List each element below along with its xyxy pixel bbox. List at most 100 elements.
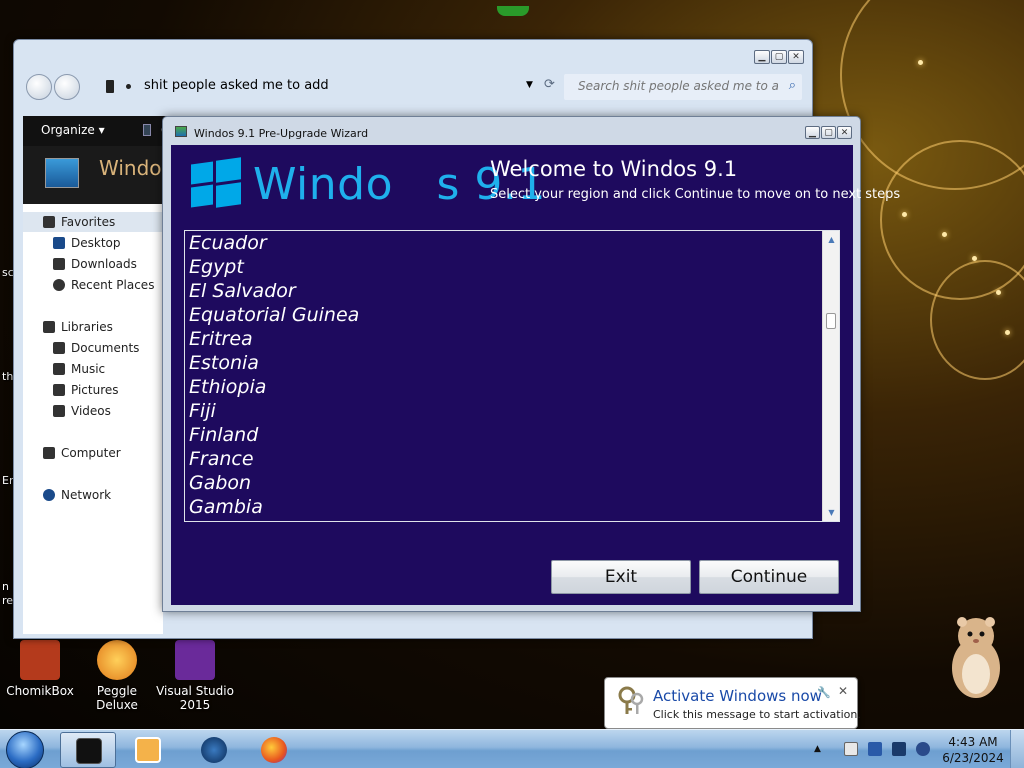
nav-desktop[interactable]: Desktop [53, 236, 121, 250]
continue-button[interactable]: Continue [699, 560, 839, 594]
address-bar[interactable]: shit people asked me to add [96, 75, 524, 99]
list-item[interactable]: Ethiopia [189, 375, 266, 399]
list-item[interactable]: Eritrea [189, 327, 253, 351]
wallpaper-swirl [930, 260, 1024, 380]
close-button[interactable]: ✕ [788, 50, 804, 64]
nav-recent-places[interactable]: Recent Places [53, 278, 154, 292]
downloads-icon [53, 258, 65, 270]
show-hidden-icons-icon[interactable]: ▲ [814, 744, 821, 754]
nav-favorites[interactable]: Favorites [23, 212, 163, 232]
action-center-flag-icon[interactable] [844, 742, 858, 756]
activation-notification[interactable]: Activate Windows now Click this message … [604, 677, 861, 729]
list-item[interactable]: France [189, 447, 254, 471]
scroll-thumb[interactable] [826, 313, 836, 329]
address-bar-row: shit people asked me to add ▼ ⟳ ⌕ [24, 72, 806, 102]
search-box[interactable]: ⌕ [564, 74, 802, 100]
windows-logo-icon [191, 157, 241, 209]
nav-videos[interactable]: Videos [53, 404, 111, 418]
nav-documents[interactable]: Documents [53, 341, 139, 355]
organize-button[interactable]: Organize ▾ [41, 123, 105, 137]
banner-text: Windo [99, 156, 162, 180]
maximize-button[interactable]: ▢ [771, 50, 787, 64]
search-icon[interactable]: ⌕ [789, 78, 796, 93]
tray-app-icon[interactable] [868, 742, 882, 756]
wizard-window[interactable]: Windos 9.1 Pre-Upgrade Wizard ▁ ▢ ✕ Wind… [162, 116, 900, 612]
maximize-button[interactable]: ▢ [821, 126, 836, 139]
scroll-down-arrow-icon[interactable]: ▼ [823, 504, 839, 521]
libraries-icon [43, 321, 55, 333]
desktop-icon [53, 237, 65, 249]
activation-title: Activate Windows now [653, 687, 822, 705]
wizard-app-icon [175, 126, 187, 137]
exit-button[interactable]: Exit [551, 560, 691, 594]
favorites-star-icon [43, 216, 55, 228]
search-input[interactable] [578, 74, 778, 98]
hamster-desktop-pet[interactable] [944, 610, 1008, 702]
nav-computer[interactable]: Computer [43, 446, 121, 460]
nav-pictures[interactable]: Pictures [53, 383, 119, 397]
firefox-icon [261, 737, 287, 763]
breadcrumb-separator-icon [126, 84, 131, 89]
wizard-titlebar[interactable]: Windos 9.1 Pre-Upgrade Wizard ▁ ▢ ✕ [163, 117, 860, 145]
wallpaper-sparkle [902, 212, 907, 217]
network-tray-icon[interactable] [892, 742, 906, 756]
close-button[interactable]: ✕ [837, 126, 852, 139]
address-path: shit people asked me to add [144, 78, 329, 93]
minimize-button[interactable]: ▁ [754, 50, 770, 64]
volume-tray-icon[interactable] [916, 742, 930, 756]
address-dropdown-icon[interactable]: ▼ [526, 80, 533, 90]
list-item[interactable]: Egypt [189, 255, 244, 279]
clock-date: 6/23/2024 [942, 751, 1004, 765]
scroll-up-arrow-icon[interactable]: ▲ [823, 231, 839, 248]
taskbar-wizard-button[interactable] [186, 732, 242, 768]
open-icon [143, 124, 151, 136]
nav-network[interactable]: Network [43, 488, 111, 502]
list-scrollbar[interactable]: ▲ ▼ [822, 231, 839, 521]
list-item[interactable]: Fiji [189, 399, 216, 423]
desktop-icon-visual-studio[interactable]: Visual Studio 2015 [155, 640, 235, 712]
chomikbox-icon [20, 640, 60, 680]
minimize-button[interactable]: ▁ [805, 126, 820, 139]
nav-downloads[interactable]: Downloads [53, 257, 137, 271]
list-item[interactable]: Gabon [189, 471, 251, 495]
peggle-icon [97, 640, 137, 680]
refresh-icon[interactable]: ⟳ [544, 77, 555, 92]
network-globe-icon [43, 489, 55, 501]
region-listbox[interactable]: Ecuador Egypt El Salvador Equatorial Gui… [184, 230, 840, 522]
start-button[interactable] [6, 731, 44, 768]
wallpaper-sparkle [996, 290, 1001, 295]
desktop-icon-label: ChomikBox [6, 684, 74, 698]
desktop-label-fragment: re [2, 594, 14, 607]
media-player-icon [135, 737, 161, 763]
welcome-subheading: Select your region and click Continue to… [490, 187, 901, 202]
desktop-label-fragment: sc [2, 266, 14, 279]
wizard-body: Windo s 9.1 Welcome to Windos 9.1 Select… [171, 145, 900, 605]
forward-button[interactable] [54, 74, 80, 100]
back-button[interactable] [26, 74, 52, 100]
desktop-icon-peggle-deluxe[interactable]: Peggle Deluxe [77, 640, 157, 712]
show-desktop-button[interactable] [1010, 730, 1024, 768]
activation-message: Click this message to start activation. [653, 708, 861, 721]
clock[interactable]: 4:43 AM 6/23/2024 [938, 734, 1008, 766]
welcome-heading: Welcome to Windos 9.1 [490, 157, 738, 181]
taskbar-explorer-button[interactable] [60, 732, 116, 768]
desktop-gadget[interactable] [497, 6, 529, 16]
list-item[interactable]: Gambia [189, 495, 263, 519]
desktop-icon-chomikbox[interactable]: ChomikBox [0, 640, 80, 698]
list-item[interactable]: El Salvador [189, 279, 296, 303]
options-wrench-icon[interactable]: 🔧 [817, 686, 831, 699]
taskbar-media-player-button[interactable] [120, 732, 176, 768]
folder-icon [106, 80, 114, 93]
list-item[interactable]: Equatorial Guinea [189, 303, 359, 327]
wizard-title: Windos 9.1 Pre-Upgrade Wizard [194, 127, 369, 140]
close-icon[interactable]: ✕ [838, 684, 848, 698]
nav-libraries[interactable]: Libraries [43, 320, 113, 334]
list-item[interactable]: Estonia [189, 351, 259, 375]
clock-time: 4:43 AM [948, 735, 998, 749]
list-item[interactable]: Ecuador [189, 231, 267, 255]
globe-app-icon [201, 737, 227, 763]
desktop-icon-label: Visual Studio 2015 [156, 684, 234, 712]
taskbar-firefox-button[interactable] [246, 732, 302, 768]
nav-music[interactable]: Music [53, 362, 105, 376]
list-item[interactable]: Finland [189, 423, 258, 447]
